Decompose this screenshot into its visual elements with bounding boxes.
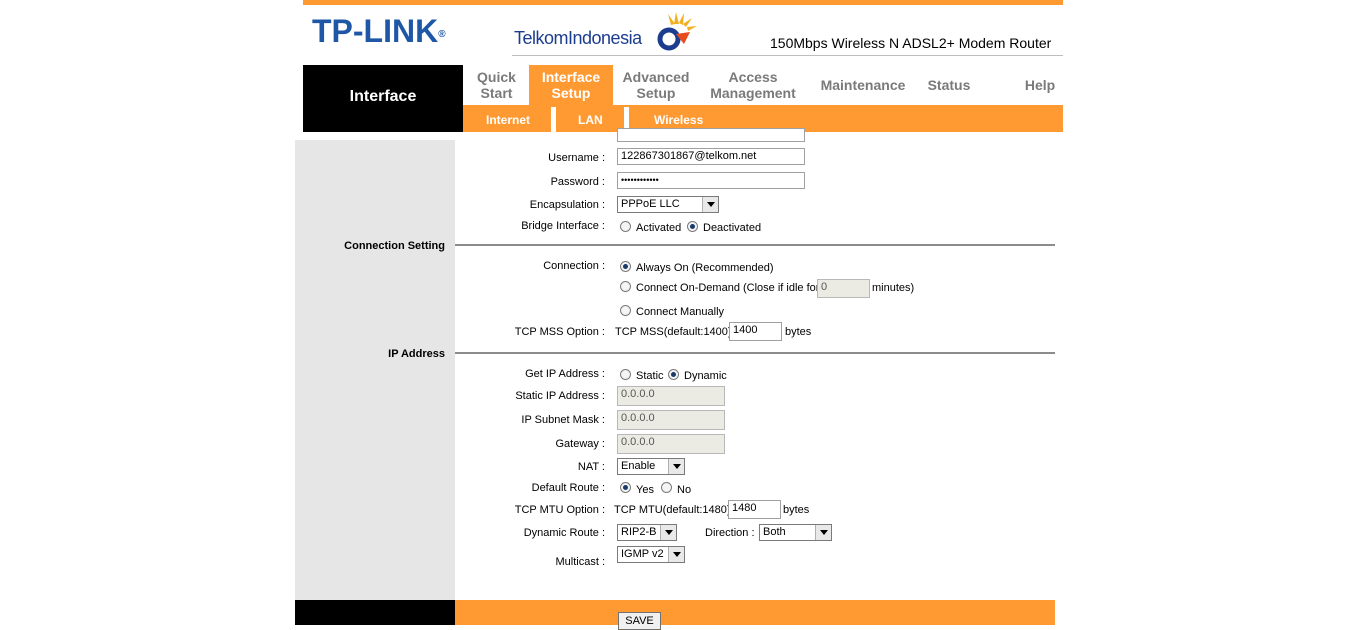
ip-dynamic-label: Dynamic: [684, 370, 727, 382]
section-divider: [455, 352, 1055, 354]
username-input[interactable]: 122867301867@telkom.net: [617, 148, 805, 165]
default-route-label: Default Route :: [531, 482, 605, 494]
get-ip-label: Get IP Address :: [525, 368, 605, 380]
footer-left-box: [295, 600, 455, 625]
header-divider: [512, 55, 1063, 56]
connect-manually-label: Connect Manually: [636, 306, 725, 318]
connection-setting-heading: Connection Setting: [344, 240, 445, 252]
static-ip-input[interactable]: 0.0.0.0: [617, 386, 725, 406]
model-name: 150Mbps Wireless N ADSL2+ Modem Router: [770, 35, 1052, 51]
footer-bar: [455, 600, 1055, 625]
tcp-mtu-input[interactable]: 1480: [728, 500, 781, 519]
dynamic-route-label: Dynamic Route :: [523, 527, 605, 539]
chevron-down-icon: [660, 525, 676, 540]
multicast-label: Multicast :: [555, 556, 605, 568]
tab-quick-start[interactable]: Quick Start: [469, 69, 524, 101]
always-on-label: Always On (Recommended): [636, 262, 774, 274]
save-button[interactable]: SAVE: [618, 612, 661, 630]
subnav-divider: [551, 107, 556, 132]
bridge-activated-label: Activated: [636, 222, 682, 234]
on-demand-radio[interactable]: [620, 281, 631, 292]
subtab-wireless[interactable]: Wireless: [654, 113, 703, 127]
gateway-input[interactable]: 0.0.0.0: [617, 434, 725, 454]
field-clipped[interactable]: [617, 128, 805, 142]
minutes-label: minutes): [872, 282, 915, 294]
dynamic-route-select[interactable]: RIP2-B: [617, 524, 677, 541]
username-label: Username :: [548, 152, 605, 164]
static-ip-label: Static IP Address :: [515, 390, 605, 402]
default-route-no-radio[interactable]: [661, 482, 672, 493]
section-divider: [455, 244, 1055, 246]
password-input[interactable]: ••••••••••••: [617, 172, 805, 189]
connect-manually-radio[interactable]: [620, 305, 631, 316]
chevron-down-icon: [668, 459, 684, 474]
tab-maintenance[interactable]: Maintenance: [813, 77, 913, 93]
bridge-activated-radio[interactable]: [620, 221, 631, 232]
bridge-deactivated-radio[interactable]: [687, 221, 698, 232]
subtab-internet[interactable]: Internet: [486, 113, 530, 127]
tcp-mss-input[interactable]: 1400: [729, 322, 782, 341]
default-route-no-label: No: [677, 484, 692, 496]
on-demand-label: Connect On-Demand (Close if idle for: [636, 282, 820, 294]
telkom-logo: TelkomIndonesia: [514, 28, 642, 48]
connection-label: Connection :: [543, 260, 605, 272]
tab-access-management[interactable]: Access Management: [703, 69, 803, 101]
left-label-panel: [295, 140, 455, 600]
tcp-mss-default-text: TCP MSS(default:1400): [615, 326, 732, 338]
ip-static-label: Static: [636, 370, 664, 382]
ip-static-radio[interactable]: [620, 369, 631, 380]
ip-address-heading: IP Address: [388, 348, 445, 360]
chevron-down-icon: [702, 197, 718, 212]
subnet-mask-label: IP Subnet Mask :: [521, 414, 605, 426]
nat-select[interactable]: Enable: [617, 458, 685, 475]
tcp-mtu-label: TCP MTU Option :: [514, 504, 605, 516]
tab-advanced-setup[interactable]: Advanced Setup: [618, 69, 694, 101]
subnet-mask-input[interactable]: 0.0.0.0: [617, 410, 725, 430]
default-route-yes-radio[interactable]: [620, 482, 631, 493]
tcp-mss-label: TCP MSS Option :: [514, 326, 605, 338]
direction-label: Direction :: [705, 527, 755, 539]
bridge-deactivated-label: Deactivated: [703, 222, 762, 234]
chevron-down-icon: [815, 525, 831, 540]
multicast-select[interactable]: IGMP v2: [617, 546, 685, 563]
direction-select[interactable]: Both: [759, 524, 832, 541]
tplink-logo: TP-LINK®: [312, 13, 446, 49]
tcp-mss-unit: bytes: [785, 326, 812, 338]
tcp-mtu-unit: bytes: [783, 504, 810, 516]
nat-label: NAT :: [577, 461, 605, 473]
default-route-yes-label: Yes: [636, 484, 654, 496]
encapsulation-label: Encapsulation :: [529, 199, 605, 211]
encapsulation-select[interactable]: PPPoE LLC: [617, 196, 719, 213]
tab-status[interactable]: Status: [920, 77, 978, 93]
ip-dynamic-radio[interactable]: [668, 369, 679, 380]
telkom-sun-icon: [657, 12, 697, 51]
idle-minutes-input[interactable]: 0: [817, 279, 870, 298]
chevron-down-icon: [668, 547, 684, 562]
nav-section-title: Interface: [349, 88, 417, 105]
tcp-mtu-default-text: TCP MTU(default:1480): [614, 504, 731, 516]
tab-help[interactable]: Help: [1015, 77, 1065, 93]
password-label: Password :: [550, 176, 605, 188]
tab-interface-setup[interactable]: Interface Setup: [529, 65, 613, 105]
gateway-label: Gateway :: [555, 438, 605, 450]
always-on-radio[interactable]: [620, 261, 631, 272]
top-accent-bar: [303, 0, 1063, 5]
subtab-lan[interactable]: LAN: [578, 113, 603, 127]
bridge-interface-label: Bridge Interface :: [521, 220, 605, 232]
